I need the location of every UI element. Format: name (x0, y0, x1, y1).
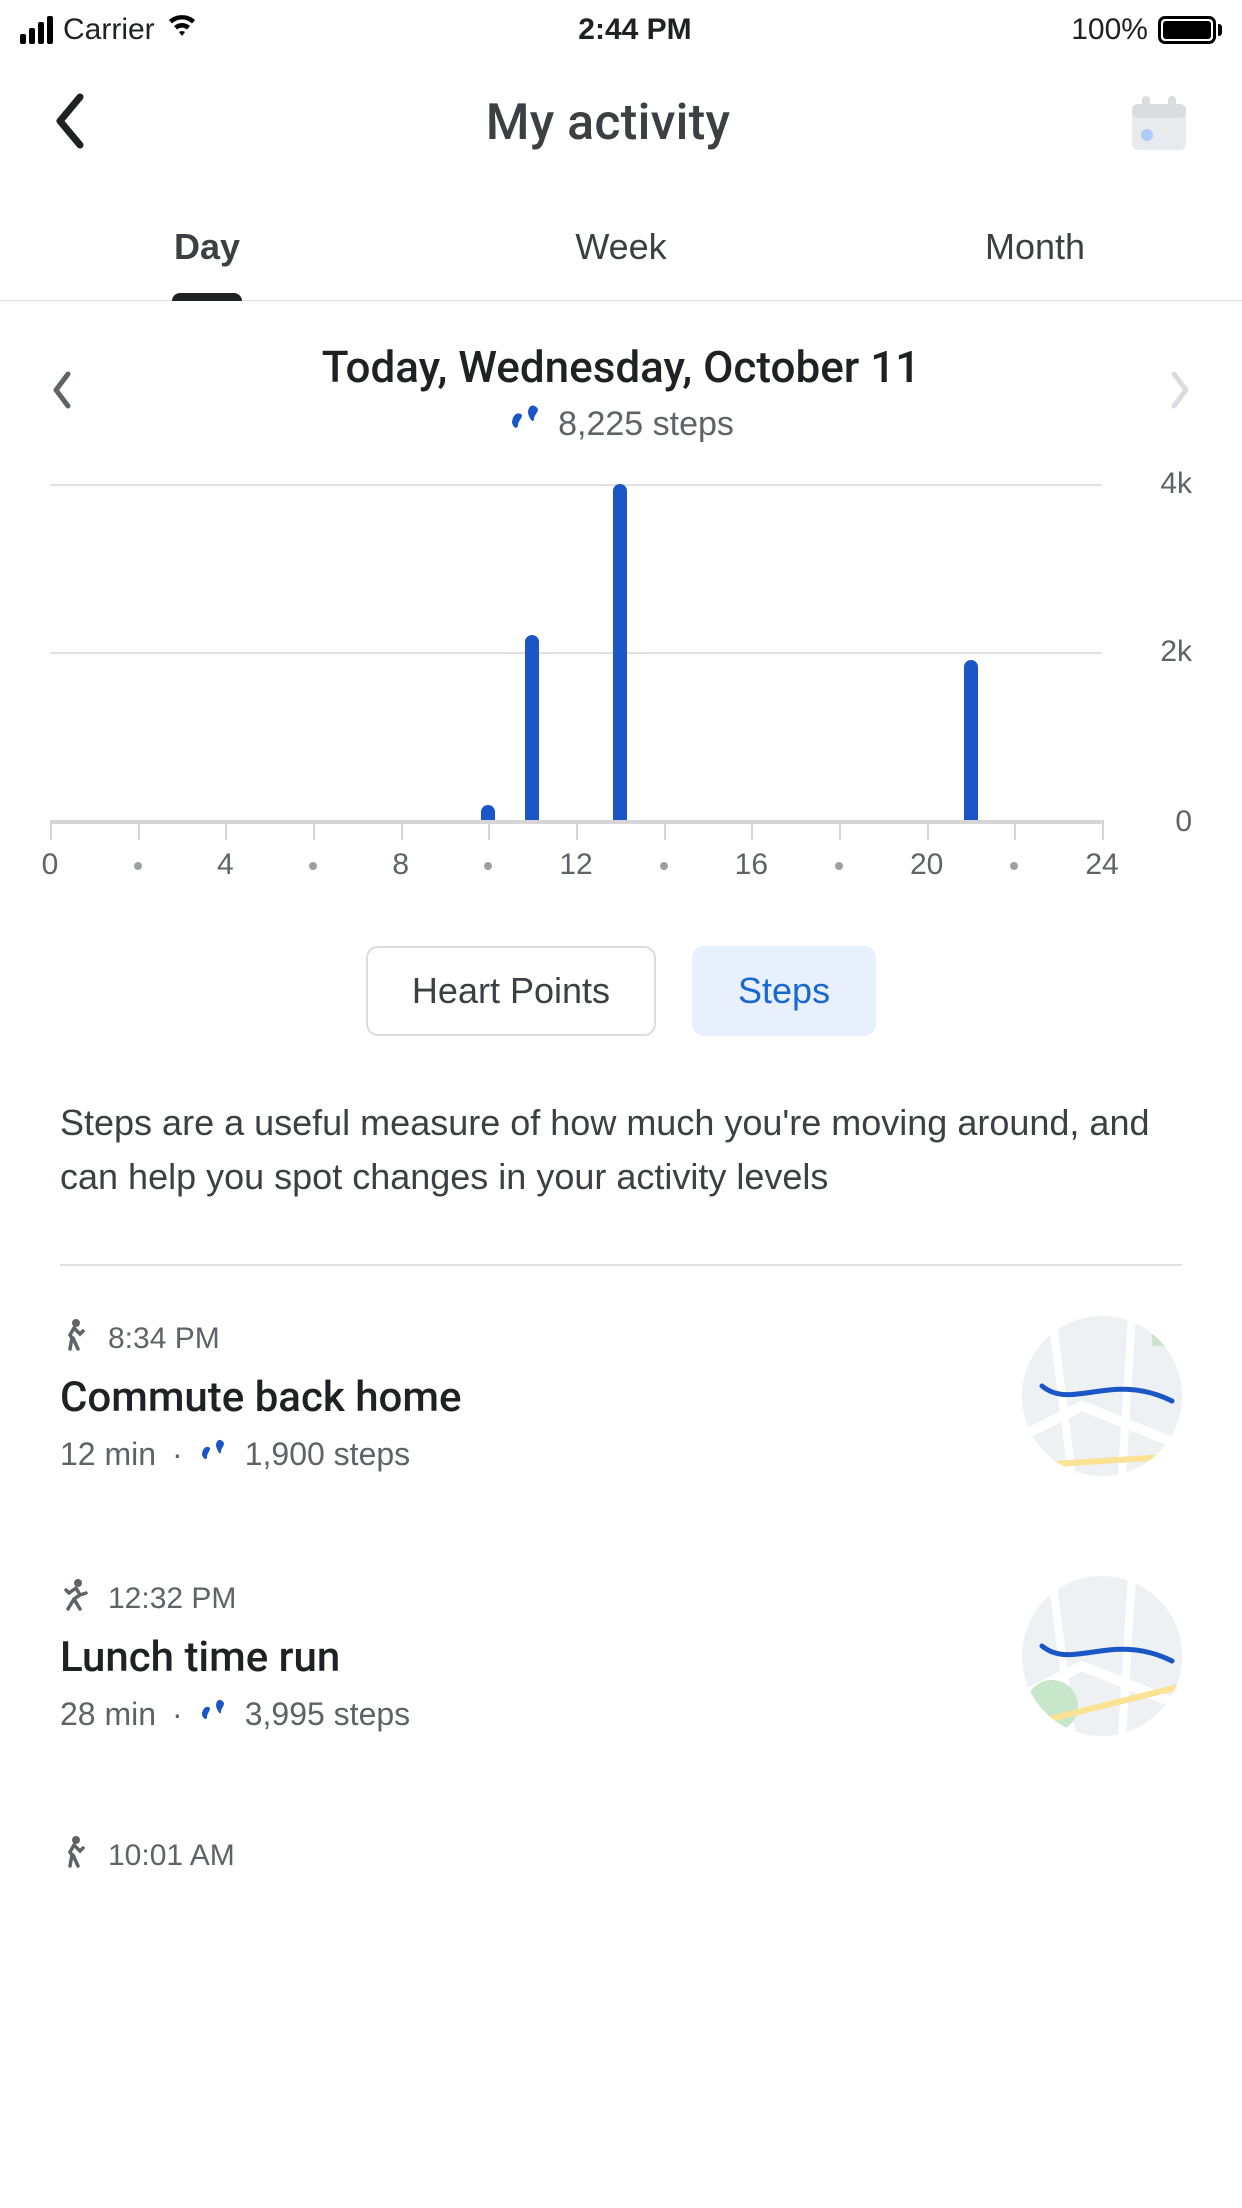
activity-time: 12:32 PM (108, 1582, 236, 1616)
steps-chart: 02k4k 04812162024 (50, 484, 1192, 896)
activity-info: 8:34 PM Commute back home 12 min·1,900 ste… (60, 1319, 1022, 1473)
tab-day[interactable]: Day (0, 226, 414, 300)
battery-percent: 100% (1071, 13, 1148, 47)
daily-steps-summary: 8,225 steps (74, 405, 1168, 444)
chart-xtick: 0 (42, 848, 59, 882)
activity-subtitle: 28 min·3,995 steps (60, 1696, 1022, 1733)
activity-steps: 3,995 steps (245, 1696, 410, 1733)
run-icon (60, 1579, 88, 1619)
activity-list: 8:34 PM Commute back home 12 min·1,900 ste… (0, 1266, 1242, 1926)
chart-xdot (484, 862, 492, 870)
activity-item[interactable]: 8:34 PM Commute back home 12 min·1,900 ste… (0, 1266, 1242, 1526)
activity-time: 10:01 AM (108, 1839, 235, 1873)
status-left: Carrier (20, 12, 199, 48)
battery-icon (1158, 16, 1222, 44)
status-right: 100% (1071, 13, 1222, 47)
daily-steps-label: 8,225 steps (558, 405, 734, 444)
metric-toggle: Heart Points Steps (0, 946, 1242, 1036)
chart-bar (481, 805, 495, 820)
chart-ytick: 0 (1112, 805, 1192, 839)
walk-icon (60, 1319, 88, 1359)
prev-day-button[interactable] (50, 370, 74, 415)
steps-icon (199, 1436, 229, 1473)
activity-map-thumbnail (1022, 1576, 1182, 1736)
chart-bar (964, 660, 978, 820)
chart-xdot (660, 862, 668, 870)
activity-duration: 28 min (60, 1696, 156, 1733)
activity-info: 10:01 AM (60, 1836, 1182, 1876)
chart-xdot (835, 862, 843, 870)
cellular-signal-icon (20, 16, 53, 44)
steps-icon (508, 405, 542, 444)
current-date-title: Today, Wednesday, October 11 (74, 341, 1168, 393)
chart-xdot (1010, 862, 1018, 870)
chart-xdot (309, 862, 317, 870)
activity-title: Commute back home (60, 1373, 1022, 1422)
back-button[interactable] (50, 91, 90, 156)
chart-xtick: 8 (392, 848, 409, 882)
status-bar: Carrier 2:44 PM 100% (0, 0, 1242, 60)
chart-ytick: 2k (1112, 635, 1192, 669)
steps-icon (199, 1696, 229, 1733)
heart-points-toggle[interactable]: Heart Points (366, 946, 656, 1036)
chart-xtick: 16 (735, 848, 768, 882)
chart-xtick: 24 (1085, 848, 1118, 882)
date-navigator: Today, Wednesday, October 11 8,225 steps (0, 301, 1242, 444)
tab-month[interactable]: Month (828, 226, 1242, 300)
metric-description: Steps are a useful measure of how much y… (0, 1036, 1242, 1264)
activity-info: 12:32 PM Lunch time run 28 min·3,995 steps (60, 1579, 1022, 1733)
activity-duration: 12 min (60, 1436, 156, 1473)
chart-bar (525, 635, 539, 820)
next-day-button[interactable] (1168, 370, 1192, 415)
activity-item[interactable]: 12:32 PM Lunch time run 28 min·3,995 steps (0, 1526, 1242, 1786)
wifi-icon (165, 12, 199, 48)
walk-icon (60, 1836, 88, 1876)
activity-map-thumbnail (1022, 1316, 1182, 1476)
time-range-tabs: Day Week Month (0, 196, 1242, 301)
chart-bar (613, 484, 627, 820)
chart-xtick: 4 (217, 848, 234, 882)
tab-week[interactable]: Week (414, 226, 828, 300)
chart-xtick: 20 (910, 848, 943, 882)
activity-subtitle: 12 min·1,900 steps (60, 1436, 1022, 1473)
activity-item[interactable]: 10:01 AM (0, 1786, 1242, 1926)
page-title: My activity (486, 94, 731, 152)
status-time: 2:44 PM (578, 13, 691, 47)
carrier-label: Carrier (63, 13, 155, 47)
calendar-button[interactable] (1126, 90, 1192, 156)
activity-title: Lunch time run (60, 1633, 1022, 1682)
chart-xtick: 12 (559, 848, 592, 882)
chart-xdot (134, 862, 142, 870)
app-header: My activity (0, 60, 1242, 196)
chart-ytick: 4k (1112, 467, 1192, 501)
activity-steps: 1,900 steps (245, 1436, 410, 1473)
steps-toggle[interactable]: Steps (692, 946, 876, 1036)
activity-time: 8:34 PM (108, 1322, 220, 1356)
